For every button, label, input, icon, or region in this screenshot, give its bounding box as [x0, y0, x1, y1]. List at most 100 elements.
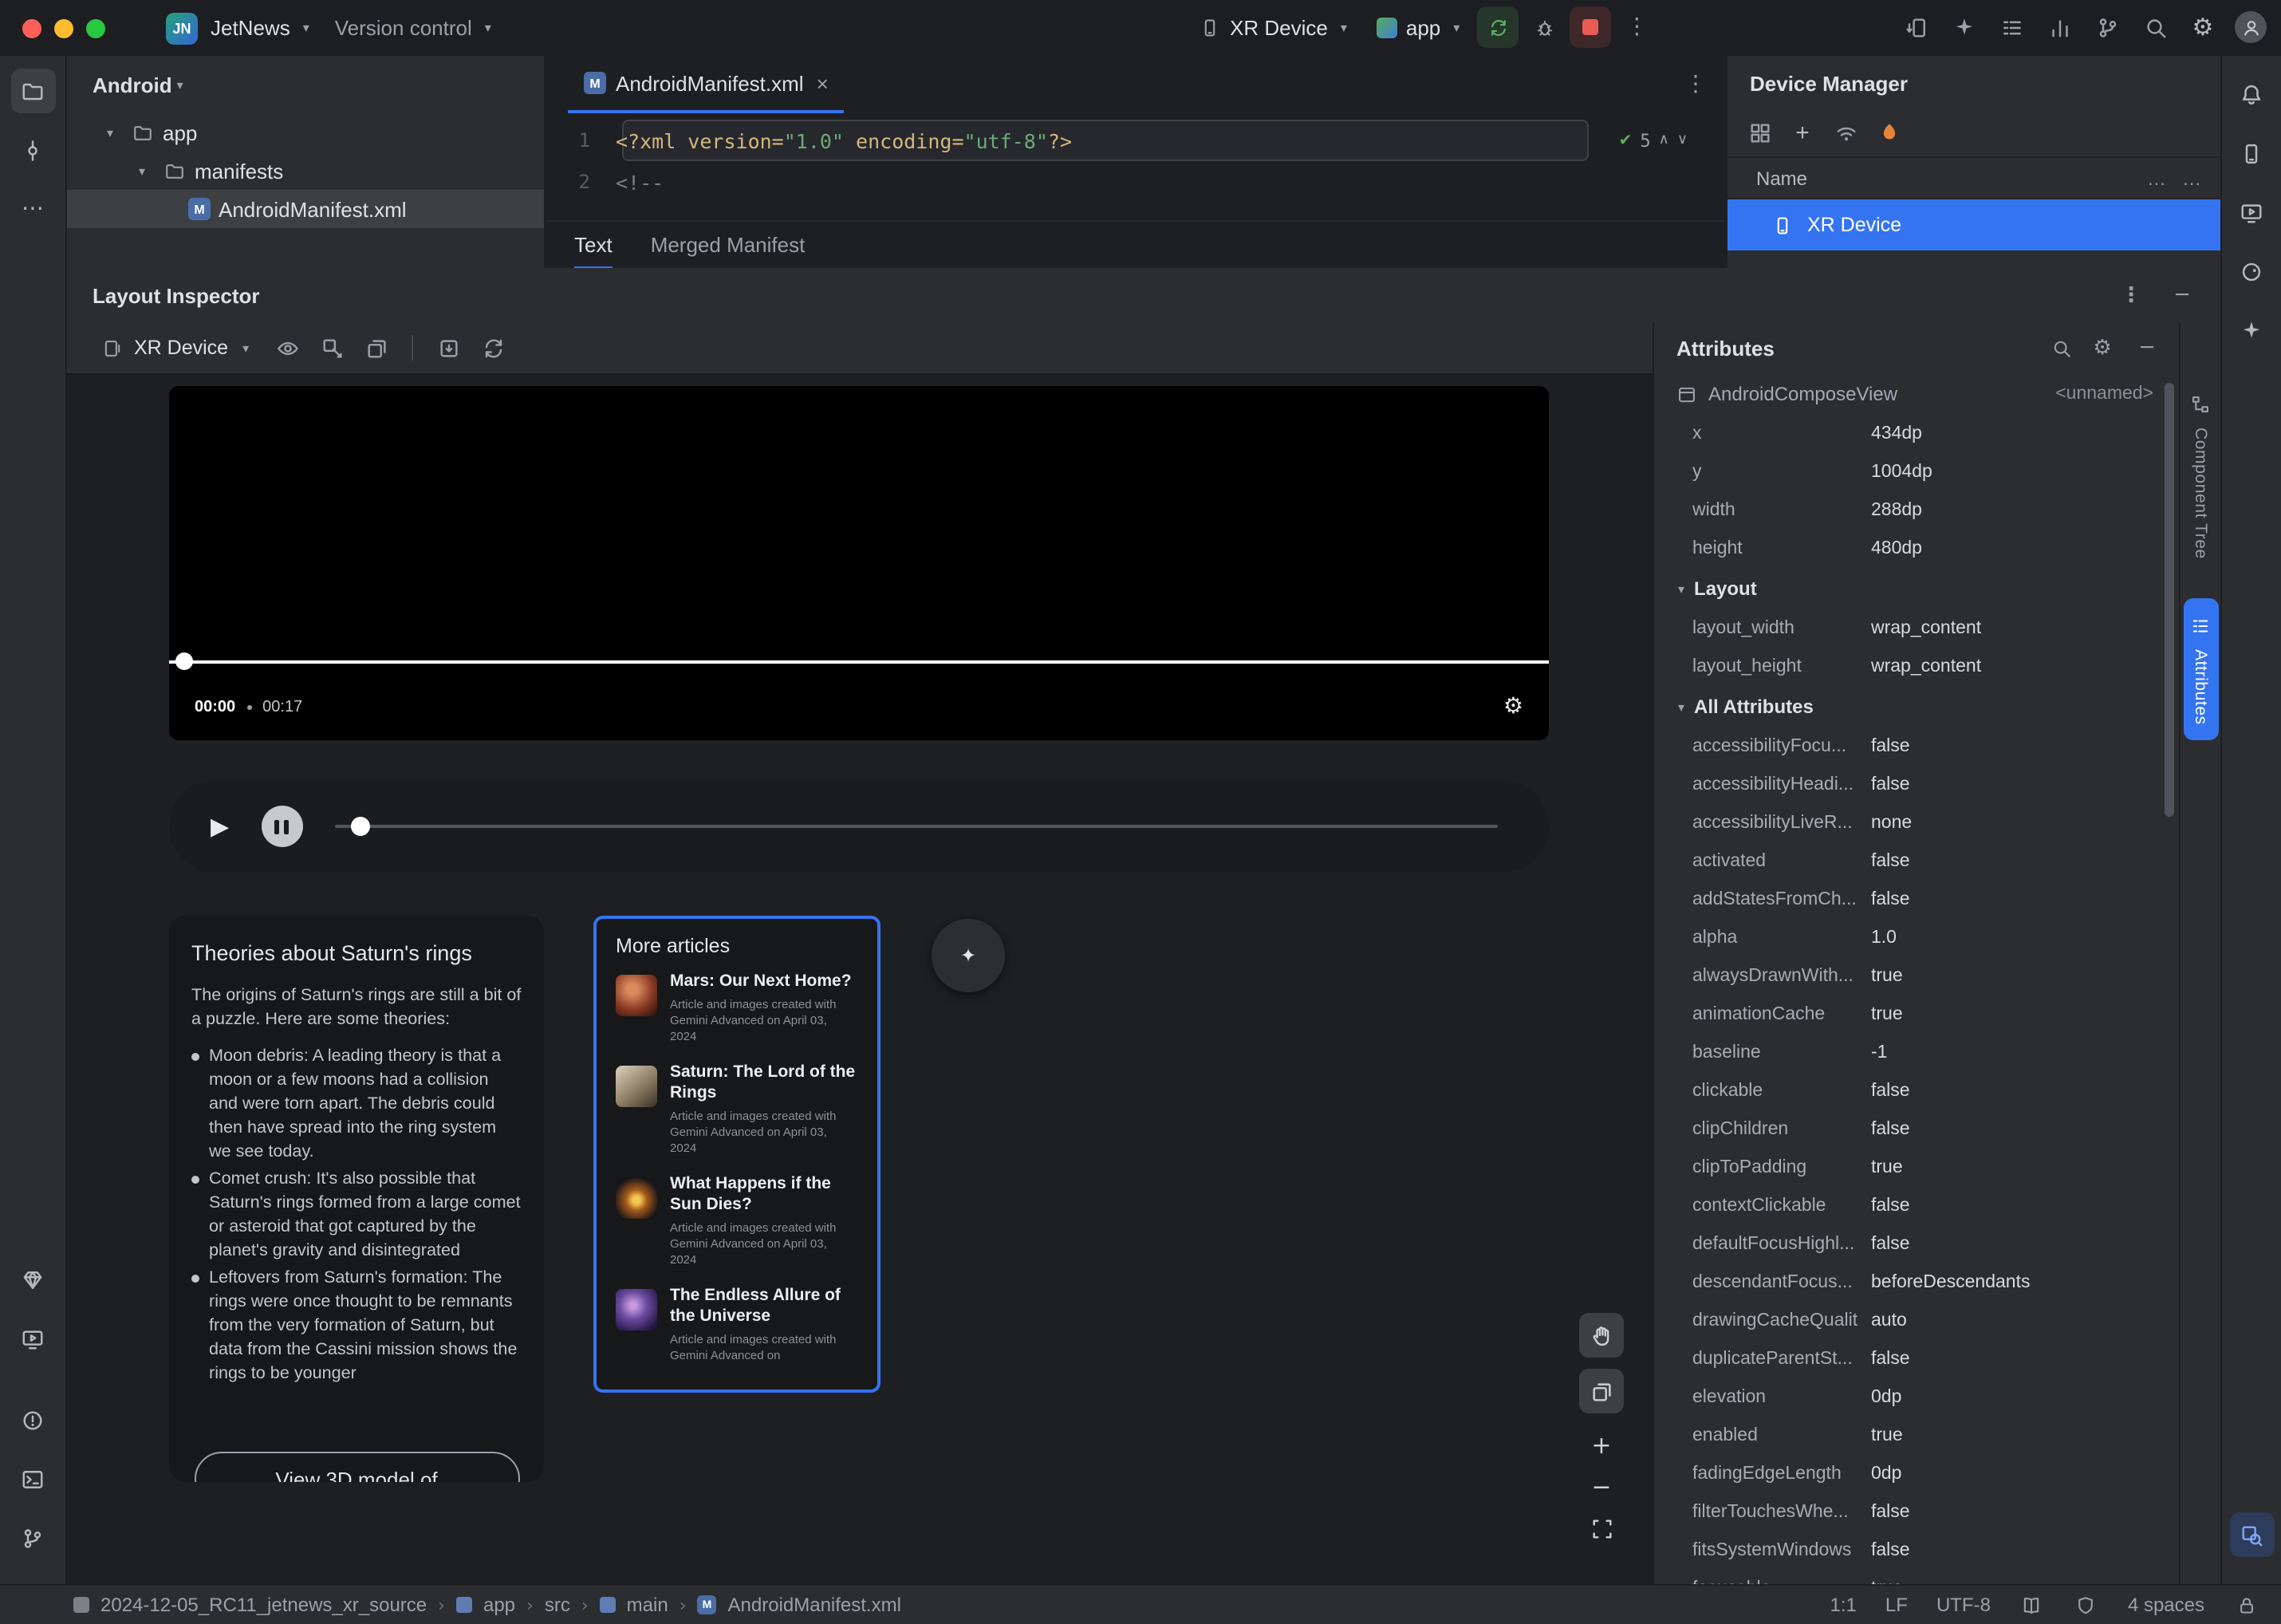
snapshot-icon[interactable] — [432, 332, 464, 364]
xr-pointer-button[interactable]: ✦ — [932, 919, 1005, 992]
play-button[interactable]: ▶ — [211, 812, 229, 841]
device-mirroring-button[interactable] — [1895, 6, 1936, 48]
attribute-row[interactable]: clipToPadding true — [1654, 1149, 2179, 1187]
breadcrumb-file[interactable]: AndroidManifest.xml — [728, 1594, 901, 1616]
device-row-xr-device[interactable]: XR Device — [1727, 199, 2220, 250]
code-line-1[interactable]: 1 <?xml version="1.0" encoding="utf-8"?>… — [546, 120, 1726, 161]
attribute-row[interactable]: alwaysDrawnWith... true — [1654, 957, 2179, 995]
device-selector-button[interactable]: XR Device ▾ — [1184, 6, 1360, 48]
attributes-tab[interactable]: Attributes — [2183, 598, 2218, 740]
settings-button[interactable]: ⚙ — [2182, 6, 2224, 48]
breadcrumb-src[interactable]: src — [545, 1594, 570, 1616]
todo-list-button[interactable] — [1991, 6, 2032, 48]
indent-widget[interactable]: 4 spaces — [2128, 1594, 2204, 1616]
tree-item-app[interactable]: ▾ app — [67, 113, 544, 152]
tree-item-manifests[interactable]: ▾ manifests — [67, 152, 544, 190]
running-devices-button[interactable] — [2229, 190, 2274, 235]
reader-mode-icon[interactable] — [2019, 1592, 2045, 1618]
zoom-out-button[interactable]: − — [1579, 1464, 1624, 1509]
article-item[interactable]: The Endless Allure of the Universe Artic… — [616, 1286, 858, 1364]
attribute-row[interactable]: descendantFocus... beforeDescendants — [1654, 1263, 2179, 1302]
close-tab-icon[interactable]: × — [817, 71, 829, 95]
editor-tab-manifest[interactable]: M AndroidManifest.xml × — [568, 56, 845, 113]
layout-inspector-canvas[interactable]: 00:00 00:17 ⚙ ▶ Theories about Saturn's … — [67, 373, 1653, 1584]
vcs-menu-button[interactable]: Version control ▾ — [322, 7, 504, 49]
attribute-row[interactable]: accessibilityLiveR... none — [1654, 804, 2179, 842]
attribute-row[interactable]: filterTouchesWhe... false — [1654, 1493, 2179, 1531]
rerun-button[interactable] — [1477, 6, 1519, 48]
slider-knob[interactable] — [350, 817, 370, 836]
theories-card[interactable]: Theories about Saturn's rings The origin… — [169, 916, 544, 1482]
project-tool-button[interactable] — [10, 69, 55, 113]
attribute-row[interactable]: layout_width wrap_content — [1654, 609, 2179, 648]
overlay-icon[interactable] — [360, 332, 392, 364]
tab-options-icon[interactable]: ⋮ — [1684, 72, 1707, 97]
attribute-row[interactable]: accessibilityFocu... false — [1654, 727, 2179, 766]
version-control-tool-button[interactable] — [10, 1516, 55, 1560]
name-column-header[interactable]: Name — [1756, 167, 1807, 189]
attribute-row[interactable]: x 434dp — [1654, 415, 2179, 453]
process-selector-button[interactable]: XR Device ▾ — [89, 329, 258, 367]
problems-button[interactable] — [10, 1397, 55, 1442]
attribute-row[interactable]: height 480dp — [1654, 530, 2179, 568]
column-options-icon[interactable]: … — [2182, 167, 2201, 189]
attribute-row[interactable]: alpha 1.0 — [1654, 919, 2179, 957]
zoom-to-fit-button[interactable] — [1579, 1506, 1624, 1551]
attribute-row[interactable]: elevation 0dp — [1654, 1378, 2179, 1417]
select-component-icon[interactable] — [316, 332, 348, 364]
app-quality-insights-button[interactable] — [10, 1257, 55, 1302]
attribute-row[interactable]: layout_height wrap_content — [1654, 648, 2179, 686]
layout-inspector-toggle-button[interactable] — [2229, 1512, 2274, 1557]
gradle-button[interactable] — [2229, 249, 2274, 294]
ai-assistant-button[interactable] — [1943, 6, 1984, 48]
attribute-row[interactable]: fadingEdgeLength 0dp — [1654, 1455, 2179, 1493]
inspections-shield-icon[interactable] — [2074, 1592, 2099, 1618]
attribute-row[interactable]: enabled true — [1654, 1417, 2179, 1455]
manifest-text-tab[interactable]: Text — [574, 221, 613, 269]
commit-tool-button[interactable] — [10, 128, 55, 172]
user-avatar[interactable] — [2230, 6, 2271, 48]
attribute-row[interactable]: width 288dp — [1654, 491, 2179, 530]
fullscreen-window-button[interactable] — [86, 18, 105, 37]
add-device-icon[interactable]: + — [1787, 120, 1818, 147]
view-3d-model-button[interactable]: View 3D model of — [194, 1452, 519, 1482]
attribute-row[interactable]: drawingCacheQualit auto — [1654, 1302, 2179, 1340]
close-window-button[interactable] — [22, 18, 41, 37]
pair-wifi-icon[interactable] — [1830, 117, 1861, 149]
search-everywhere-button[interactable] — [2134, 6, 2176, 48]
refresh-icon[interactable] — [477, 332, 509, 364]
run-configuration-button[interactable]: app ▾ — [1365, 6, 1472, 48]
attribute-row[interactable]: duplicateParentSt... false — [1654, 1340, 2179, 1378]
breadcrumb-app[interactable]: app — [483, 1594, 515, 1616]
terminal-button[interactable] — [10, 1456, 55, 1501]
attribute-row[interactable]: defaultFocusHighl... false — [1654, 1225, 2179, 1263]
article-item[interactable]: What Happens if the Sun Dies? Article an… — [616, 1174, 858, 1268]
pause-button[interactable] — [261, 806, 303, 847]
attribute-row[interactable]: activated false — [1654, 842, 2179, 881]
stop-button[interactable] — [1570, 6, 1612, 48]
attribute-row[interactable]: addStatesFromCh... false — [1654, 881, 2179, 919]
more-tool-windows-button[interactable]: ⋯ — [10, 187, 55, 231]
media-control-bar[interactable]: ▶ — [169, 780, 1549, 873]
attribute-row[interactable]: y 1004dp — [1654, 453, 2179, 491]
inspections-widget[interactable]: ✔ 5 ∧ ∨ — [1619, 120, 1688, 161]
lock-icon[interactable] — [2233, 1592, 2259, 1618]
profiler-button[interactable] — [2039, 6, 2080, 48]
zoom-in-button[interactable]: + — [1579, 1423, 1624, 1468]
hide-panel-icon[interactable]: ─ — [2131, 336, 2163, 360]
layout-section-header[interactable]: ▾ Layout — [1654, 568, 2179, 609]
video-settings-icon[interactable]: ⚙ — [1503, 694, 1523, 719]
all-attributes-section-header[interactable]: ▾ All Attributes — [1654, 686, 2179, 727]
code-line-2[interactable]: 2 <!-- — [546, 161, 1726, 203]
selected-component-row[interactable]: AndroidComposeView <unnamed> — [1654, 373, 2179, 415]
tree-item-manifest-file[interactable]: M AndroidManifest.xml — [67, 190, 544, 228]
view-options-icon[interactable] — [271, 332, 303, 364]
seek-slider[interactable] — [334, 817, 1498, 836]
prev-problem-icon[interactable]: ∧ — [1659, 132, 1669, 148]
article-item[interactable]: Mars: Our Next Home? Article and images … — [616, 972, 858, 1045]
project-menu-button[interactable]: JetNews ▾ — [198, 7, 322, 49]
merged-manifest-tab[interactable]: Merged Manifest — [651, 221, 806, 269]
next-problem-icon[interactable]: ∨ — [1677, 132, 1688, 148]
attribute-row[interactable]: animationCache true — [1654, 995, 2179, 1034]
breadcrumb-root[interactable]: 2024-12-05_RC11_jetnews_xr_source — [100, 1594, 427, 1616]
